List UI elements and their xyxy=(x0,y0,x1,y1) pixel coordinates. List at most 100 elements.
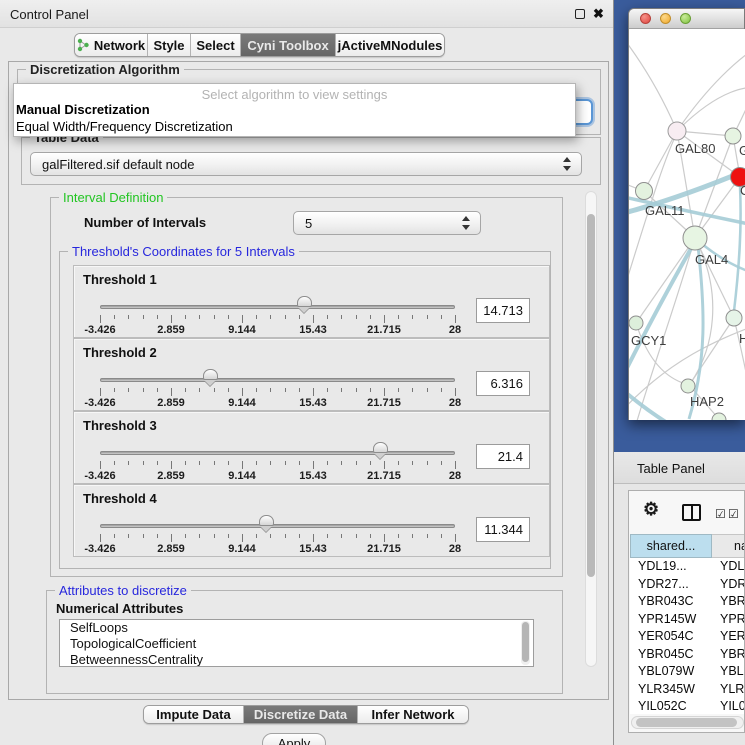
threshold-slider-thumb[interactable] xyxy=(259,515,274,526)
scrollbar-thumb[interactable] xyxy=(636,718,737,727)
threshold-slider-track[interactable] xyxy=(100,305,455,309)
column-header-name[interactable]: na xyxy=(712,534,745,558)
slider-tick xyxy=(143,461,144,465)
zoom-traffic-light-icon[interactable] xyxy=(680,13,691,24)
tab-network[interactable]: Network xyxy=(75,34,148,56)
network-node[interactable] xyxy=(681,379,695,393)
slider-tick xyxy=(299,388,300,392)
table-cell-shared-name[interactable]: YBL079W xyxy=(630,663,712,681)
table-row[interactable]: YBR045CYBR0 xyxy=(630,646,745,664)
slider-tick xyxy=(398,534,399,538)
slider-tick xyxy=(157,461,158,465)
table-cell-name[interactable]: YLR3 xyxy=(712,681,745,699)
tab-jactivemnodules[interactable]: jActiveMNodules xyxy=(336,34,444,56)
float-window-icon[interactable] xyxy=(575,9,585,19)
table-cell-shared-name[interactable]: YBR043C xyxy=(630,593,712,611)
threshold-slider-thumb[interactable] xyxy=(373,442,388,453)
threshold-value-field[interactable]: 14.713 xyxy=(476,298,530,323)
table-cell-name[interactable]: YDR2 xyxy=(712,576,745,594)
table-cell-name[interactable]: YBL0 xyxy=(712,663,745,681)
table-cell-shared-name[interactable]: YDL19... xyxy=(630,558,712,576)
minimize-traffic-light-icon[interactable] xyxy=(660,13,671,24)
tab-cyni-toolbox[interactable]: Cyni Toolbox xyxy=(241,34,336,56)
scrollbar-thumb[interactable] xyxy=(522,622,529,662)
slider-tick xyxy=(100,534,101,542)
threshold-slider-track[interactable] xyxy=(100,524,455,528)
table-row[interactable]: YIL052CYIL0 xyxy=(630,698,745,714)
apply-button[interactable]: Apply xyxy=(262,733,326,745)
number-of-intervals-combobox[interactable]: 5 xyxy=(293,211,481,235)
slider-tick xyxy=(114,461,115,465)
slider-tick xyxy=(185,315,186,319)
popup-item-manual-discretization[interactable]: Manual Discretization xyxy=(14,102,575,119)
column-selector-icon[interactable] xyxy=(682,504,701,521)
network-edge-highlighted xyxy=(629,245,693,374)
network-node[interactable] xyxy=(629,316,643,330)
scrollbar-thumb[interactable] xyxy=(587,214,595,577)
table-cell-shared-name[interactable]: YDR27... xyxy=(630,576,712,594)
tab-style[interactable]: Style xyxy=(148,34,191,56)
gear-icon[interactable]: ⚙ xyxy=(643,499,659,520)
column-header-shared-name[interactable]: shared... xyxy=(630,534,712,558)
table-horizontal-scrollbar[interactable] xyxy=(631,716,744,729)
threshold-value-field[interactable]: 6.316 xyxy=(476,371,530,396)
tab-impute-data[interactable]: Impute Data xyxy=(144,706,244,723)
threshold-slider-track[interactable] xyxy=(100,378,455,382)
network-canvas[interactable]: GAL80GACGAL11GAL4GCY1HHAP2 xyxy=(629,29,745,420)
network-node[interactable] xyxy=(726,310,742,326)
table-cell-name[interactable]: YDL1 xyxy=(712,558,745,576)
table-row[interactable]: YBR043CYBR0 xyxy=(630,593,745,611)
threshold-slider-track[interactable] xyxy=(100,451,455,455)
checkbox-filter-icon[interactable]: ☑ xyxy=(715,507,726,521)
table-cell-shared-name[interactable]: YER054C xyxy=(630,628,712,646)
table-cell-shared-name[interactable]: YIL052C xyxy=(630,698,712,714)
network-node[interactable] xyxy=(636,183,653,200)
slider-tick xyxy=(427,534,428,538)
slider-tick xyxy=(398,388,399,392)
close-icon[interactable]: ✖ xyxy=(593,6,604,22)
close-traffic-light-icon[interactable] xyxy=(640,13,651,24)
table-data-combobox[interactable]: galFiltered.sif default node xyxy=(30,152,582,176)
threshold-slider-thumb[interactable] xyxy=(203,369,218,380)
table-row[interactable]: YDL19...YDL1 xyxy=(630,558,745,576)
tab-infer-network[interactable]: Infer Network xyxy=(358,706,468,723)
checkbox-filter-icon-2[interactable]: ☑ xyxy=(728,507,739,521)
attribute-list-item-selfloops[interactable]: SelfLoops xyxy=(60,620,533,636)
combobox-stepper-icon xyxy=(563,157,572,171)
attributes-list-scrollbar[interactable] xyxy=(521,621,530,665)
attribute-list-item-topologicalcoefficient[interactable]: TopologicalCoefficient xyxy=(60,636,533,652)
slider-tick xyxy=(427,388,428,392)
network-node[interactable] xyxy=(683,226,707,250)
threshold-slider-thumb[interactable] xyxy=(297,296,312,307)
slider-scale-label: 2.859 xyxy=(157,397,185,409)
table-cell-name[interactable]: YER0 xyxy=(712,628,745,646)
table-cell-name[interactable]: YPR1 xyxy=(712,611,745,629)
thresholds-group-title: Threshold's Coordinates for 5 Intervals xyxy=(68,244,299,259)
table-cell-shared-name[interactable]: YPR145W xyxy=(630,611,712,629)
threshold-value-field[interactable]: 11.344 xyxy=(476,517,530,542)
table-cell-name[interactable]: YBR0 xyxy=(712,646,745,664)
slider-tick xyxy=(356,315,357,319)
slider-tick xyxy=(356,461,357,465)
threshold-value-field[interactable]: 21.4 xyxy=(476,444,530,469)
tab-label: Impute Data xyxy=(156,707,230,722)
attribute-list-item-betweennesscentrality[interactable]: BetweennessCentrality xyxy=(60,652,533,667)
table-cell-name[interactable]: YIL0 xyxy=(712,698,745,714)
tab-discretize-data[interactable]: Discretize Data xyxy=(244,706,358,723)
table-row[interactable]: YBL079WYBL0 xyxy=(630,663,745,681)
table-row[interactable]: YER054CYER0 xyxy=(630,628,745,646)
slider-scale-label: 21.715 xyxy=(367,397,401,409)
slider-tick xyxy=(185,534,186,538)
popup-item-equal-width-frequency[interactable]: Equal Width/Frequency Discretization xyxy=(14,119,575,136)
panel-vertical-scrollbar[interactable] xyxy=(585,191,597,667)
table-cell-name[interactable]: YBR0 xyxy=(712,593,745,611)
tab-select[interactable]: Select xyxy=(191,34,241,56)
table-row[interactable]: YLR345WYLR3 xyxy=(630,681,745,699)
table-row[interactable]: YPR145WYPR1 xyxy=(630,611,745,629)
table-cell-shared-name[interactable]: YBR045C xyxy=(630,646,712,664)
slider-tick xyxy=(143,388,144,392)
network-node[interactable] xyxy=(725,128,741,144)
table-row[interactable]: YDR27...YDR2 xyxy=(630,576,745,594)
network-node[interactable] xyxy=(668,122,686,140)
table-cell-shared-name[interactable]: YLR345W xyxy=(630,681,712,699)
